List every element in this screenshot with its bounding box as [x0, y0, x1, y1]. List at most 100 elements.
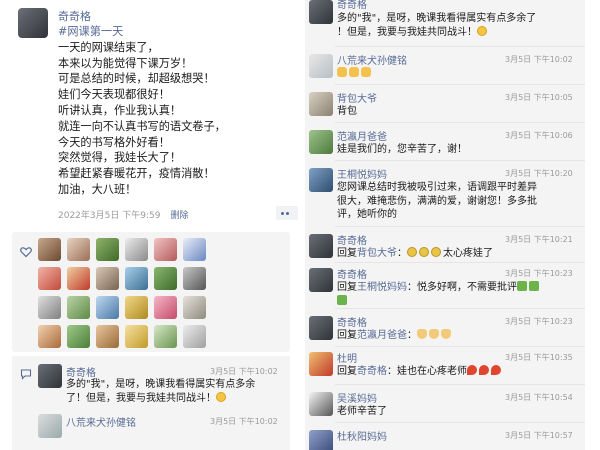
- like-avatar[interactable]: [38, 267, 61, 290]
- like-avatar[interactable]: [96, 238, 119, 261]
- comment-text: 多的"我"，是呀，晚课我看得属实有点多余了 ！但是，我要与我娃共同战斗！: [337, 12, 581, 39]
- commenter-avatar[interactable]: [309, 316, 333, 340]
- commenter-avatar[interactable]: [309, 54, 333, 78]
- reply-target[interactable]: 范瀛月爸爸: [357, 330, 407, 341]
- thumbs-up-emoji-icon: [337, 67, 347, 77]
- like-avatar[interactable]: [96, 325, 119, 348]
- divider: [335, 46, 585, 47]
- comment-line: 老师辛苦了: [337, 406, 387, 417]
- comment-bubble-icon: [20, 369, 32, 380]
- screenshot-stage: 奇奇格 #网课第一天 一天的网课结束了， 本来以为能觉得下课万岁！ 可是总结的时…: [0, 0, 600, 450]
- like-avatar[interactable]: [154, 238, 177, 261]
- commenter-avatar[interactable]: [309, 268, 333, 292]
- crying-emoji-icon: [431, 247, 441, 257]
- divider: [335, 226, 585, 227]
- commenter-name[interactable]: 吴溪妈妈: [337, 390, 377, 405]
- comment-time: 3月5日 下午10:23: [505, 317, 573, 326]
- commenter-avatar[interactable]: [38, 414, 62, 438]
- post-meta: 2022年3月5日 下午9:59 删除: [58, 208, 188, 221]
- like-avatar[interactable]: [183, 267, 206, 290]
- post-line: 娃们今天表现都很好！: [58, 88, 170, 102]
- like-avatar[interactable]: [96, 267, 119, 290]
- commenter-avatar[interactable]: [309, 130, 333, 154]
- commenter-avatar[interactable]: [309, 234, 333, 258]
- commenter-avatar[interactable]: [309, 430, 333, 450]
- comments-thread-panel: 奇奇格 多的"我"，是呀，晚课我看得属实有点多余了 ！但是，我要与我娃共同战斗！…: [305, 0, 585, 450]
- divider: [335, 262, 585, 263]
- like-avatar[interactable]: [154, 267, 177, 290]
- comment-line: 太心疼娃了: [443, 248, 493, 259]
- post-line: 今天的书写格外好看！: [58, 135, 170, 149]
- like-avatar[interactable]: [183, 296, 206, 319]
- comment-line: 评，她听你的: [337, 209, 397, 220]
- thumbs-up-emoji-icon: [361, 67, 371, 77]
- commenter-name[interactable]: 王桐悦妈妈: [337, 166, 387, 181]
- reply-target[interactable]: 奇奇格: [357, 366, 387, 377]
- commenter-avatar[interactable]: [309, 392, 333, 416]
- commenter-avatar[interactable]: [309, 352, 333, 376]
- comment-text: 老师辛苦了: [337, 405, 581, 419]
- like-avatar[interactable]: [38, 296, 61, 319]
- comment-time: 3月5日 下午10:06: [505, 131, 573, 140]
- gift-emoji-icon: [529, 281, 539, 291]
- commenter-name[interactable]: 奇奇格: [66, 364, 96, 379]
- commenter-avatar[interactable]: [309, 0, 333, 24]
- commenter-name[interactable]: 奇奇格: [337, 232, 367, 247]
- reply-target[interactable]: 王桐悦妈妈: [357, 282, 407, 293]
- clapping-emoji-icon: [429, 329, 439, 339]
- commenter-name[interactable]: 八荒来犬孙健铭: [337, 52, 407, 67]
- commenter-name[interactable]: 杜明: [337, 350, 357, 365]
- like-avatar[interactable]: [38, 238, 61, 261]
- commenter-avatar[interactable]: [309, 92, 333, 116]
- divider: [335, 122, 585, 123]
- more-dots-icon[interactable]: [276, 206, 298, 220]
- commenter-name[interactable]: 奇奇格: [337, 314, 367, 329]
- rose-emoji-icon: [491, 365, 501, 375]
- reply-colon: ：: [407, 282, 417, 293]
- comment-line: 背包: [337, 106, 357, 117]
- commenter-name[interactable]: 范瀛月爸爸: [337, 128, 387, 143]
- like-avatar[interactable]: [67, 325, 90, 348]
- post-hashtag[interactable]: #网课第一天: [58, 24, 298, 40]
- clapping-emoji-icon: [441, 329, 451, 339]
- like-avatar[interactable]: [183, 325, 206, 348]
- commenter-name[interactable]: 背包大爷: [337, 90, 377, 105]
- post-timestamp: 2022年3月5日 下午9:59: [58, 211, 161, 221]
- like-avatar[interactable]: [125, 238, 148, 261]
- like-avatar[interactable]: [154, 296, 177, 319]
- commenter-name[interactable]: 奇奇格: [337, 0, 367, 11]
- comment-text: [337, 67, 581, 81]
- post-line: 听讲认真，作业我认真！: [58, 103, 182, 117]
- like-avatar[interactable]: [67, 267, 90, 290]
- comment-line: 多的"我"，是呀，晚课我看得属实有点多余: [66, 379, 256, 390]
- like-avatar[interactable]: [125, 267, 148, 290]
- reply-target[interactable]: 背包大爷: [357, 248, 397, 259]
- comment-text: 您网课总结时我被吸引过来，语调跟平时差异 很大，难掩悲伤，满满的爱，谢谢您！多多…: [337, 181, 581, 222]
- like-avatar[interactable]: [125, 296, 148, 319]
- commenter-avatar[interactable]: [38, 364, 62, 388]
- reply-colon: ：: [387, 366, 397, 377]
- post-line: 本来以为能觉得下课万岁！: [58, 56, 193, 70]
- like-avatar[interactable]: [183, 238, 206, 261]
- like-avatar[interactable]: [67, 296, 90, 319]
- commenter-name[interactable]: 八荒来犬孙健铭: [66, 414, 136, 429]
- like-avatar[interactable]: [96, 296, 119, 319]
- like-avatar[interactable]: [125, 325, 148, 348]
- comment-line: 多的"我"，是呀，晚课我看得属实有点多余了: [337, 13, 537, 24]
- comment-text: 回复王桐悦妈妈：悦多好啊，不需要批评: [337, 281, 581, 308]
- like-avatar[interactable]: [154, 325, 177, 348]
- like-avatar[interactable]: [38, 325, 61, 348]
- thumbs-up-emoji-icon: [349, 67, 359, 77]
- author-avatar[interactable]: [18, 8, 48, 38]
- commenter-name[interactable]: 奇奇格: [337, 266, 367, 281]
- like-avatar[interactable]: [67, 238, 90, 261]
- post-author-name[interactable]: 奇奇格: [58, 8, 91, 24]
- commenter-avatar[interactable]: [309, 168, 333, 192]
- comment-time: 3月5日 下午10:35: [505, 353, 573, 362]
- commenter-name[interactable]: 杜秋阳妈妈: [337, 428, 387, 443]
- post-line: 一天的网课结束了，: [58, 40, 159, 54]
- divider: [335, 308, 585, 309]
- divider: [335, 422, 585, 423]
- delete-link[interactable]: 删除: [170, 211, 188, 221]
- gift-emoji-icon: [517, 281, 527, 291]
